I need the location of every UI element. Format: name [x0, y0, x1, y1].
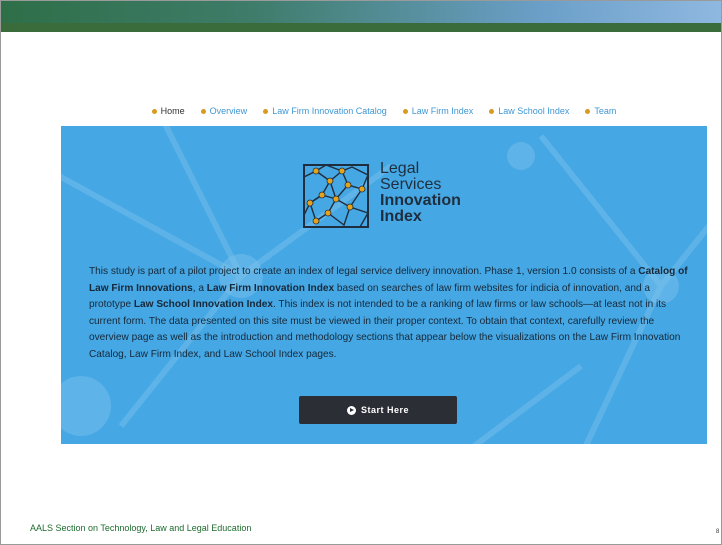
nav-item-label: Home	[160, 106, 185, 116]
logo-line-innovation: Innovation	[380, 192, 461, 209]
bullet-icon	[489, 108, 495, 114]
start-here-label: Start Here	[360, 405, 410, 415]
network-logo-icon	[303, 164, 370, 228]
nav-item-team[interactable]: Team	[585, 106, 616, 116]
slide-green-stripe	[1, 23, 721, 32]
nav-item-label: Overview	[209, 106, 248, 116]
slide-footer: AALS Section on Technology, Law and Lega…	[30, 523, 252, 533]
lsii-logo: Legal Services Innovation Index	[302, 161, 462, 229]
hero-section: Legal Services Innovation Index This stu…	[61, 126, 707, 444]
page-number: 8	[716, 529, 720, 535]
bullet-icon	[585, 108, 591, 114]
nav-item-law-firm-innovation-catalog[interactable]: Law Firm Innovation Catalog	[263, 106, 387, 116]
nav-item-label: Law Firm Index	[411, 106, 474, 116]
intro-paragraph: This study is part of a pilot project to…	[89, 264, 694, 363]
intro-bold-firm-index: Law Firm Innovation Index	[206, 282, 335, 294]
bullet-icon	[200, 108, 206, 114]
bullet-icon	[402, 108, 408, 114]
nav-item-overview[interactable]: Overview	[200, 106, 248, 116]
logo-wordmark: Legal Services Innovation Index	[380, 161, 461, 225]
nav-item-label: Law Firm Innovation Catalog	[272, 106, 387, 116]
logo-line-services: Services	[380, 176, 442, 193]
logo-line-legal: Legal	[380, 160, 420, 177]
intro-bold-school-index: Law School Innovation Index	[133, 299, 273, 310]
nav-item-law-firm-index[interactable]: Law Firm Index	[402, 106, 474, 116]
start-here-button[interactable]: Start Here	[299, 396, 457, 424]
slide-top-banner	[1, 1, 721, 23]
play-circle-icon	[346, 405, 356, 415]
bullet-icon	[263, 108, 269, 114]
intro-text: This study is part of a pilot project to…	[89, 266, 639, 277]
logo-line-index: Index	[380, 208, 422, 225]
nav-item-law-school-index[interactable]: Law School Index	[489, 106, 569, 116]
intro-text: , a	[192, 282, 207, 294]
website-screenshot: Home Overview Law Firm Innovation Catalo…	[61, 96, 707, 444]
nav-item-label: Team	[594, 106, 617, 116]
bullet-icon	[151, 108, 157, 114]
site-nav: Home Overview Law Firm Innovation Catalo…	[61, 96, 707, 126]
nav-item-home[interactable]: Home	[151, 106, 185, 116]
nav-item-label: Law School Index	[498, 106, 570, 116]
